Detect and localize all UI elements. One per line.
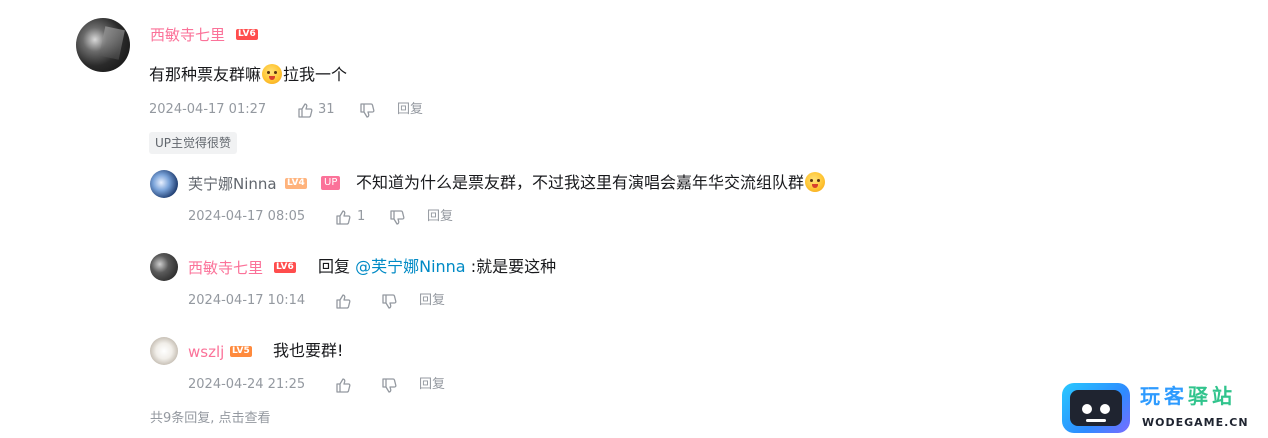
watermark: 玩客驿站 WODEGAME.CN [1062, 383, 1262, 435]
reply-prefix: 回复 [318, 257, 351, 276]
dislike-icon[interactable] [381, 378, 397, 394]
reply-content: 我也要群! [273, 340, 343, 362]
like-icon[interactable] [335, 377, 351, 393]
reply-date: 2024-04-17 10:14 [188, 293, 306, 308]
reply-button[interactable]: 回复 [419, 293, 445, 309]
level-badge: LV5 [230, 346, 252, 357]
total-replies-text: 共9条回复, [150, 411, 215, 426]
up-tag: UP [321, 176, 341, 190]
comment-date: 2024-04-17 01:27 [149, 102, 267, 117]
reply-content: 回复 @芙宁娜Ninna :就是要这种 [318, 256, 556, 278]
like-count: 31 [318, 102, 335, 117]
dislike-icon[interactable] [359, 103, 375, 119]
watermark-title: 玩客驿站 [1140, 384, 1236, 408]
avatar[interactable] [150, 253, 178, 281]
username[interactable]: 西敏寺七里 [188, 259, 263, 277]
view-more-link[interactable]: 点击查看 [219, 411, 271, 426]
shocked-emoji-icon [262, 64, 283, 84]
mention-link[interactable]: @芙宁娜Ninna [355, 257, 466, 276]
like-icon[interactable] [335, 209, 351, 225]
robot-logo-icon [1062, 383, 1130, 433]
reply-button[interactable]: 回复 [419, 377, 445, 393]
username[interactable]: 芙宁娜Ninna [188, 175, 277, 193]
reply-button[interactable]: 回复 [397, 102, 423, 118]
reply-button[interactable]: 回复 [427, 209, 453, 225]
up-liked-badge: UP主觉得很赞 [149, 132, 238, 154]
avatar[interactable] [150, 170, 178, 198]
comment-text-tail: 拉我一个 [283, 65, 348, 84]
reply-text: :就是要这种 [470, 257, 557, 276]
reply-text: 我也要群! [273, 341, 344, 360]
level-badge: LV6 [274, 262, 296, 273]
dislike-icon[interactable] [389, 210, 405, 226]
avatar[interactable] [76, 18, 130, 72]
comment-text: 有那种票友群嘛 [149, 65, 262, 84]
username[interactable]: wszlj [188, 343, 224, 361]
like-count: 1 [357, 209, 366, 224]
grinning-emoji-icon [805, 172, 826, 192]
reply-text: 不知道为什么是票友群，不过我这里有演唱会嘉年华交流组队群 [356, 173, 805, 192]
level-badge: LV4 [285, 178, 307, 189]
like-icon[interactable] [335, 293, 351, 309]
view-more-replies: 共9条回复, 点击查看 [150, 410, 271, 428]
level-badge: LV6 [236, 29, 258, 40]
dislike-icon[interactable] [381, 294, 397, 310]
avatar[interactable] [150, 337, 178, 365]
reply-date: 2024-04-24 21:25 [188, 377, 306, 392]
reply-content: 不知道为什么是票友群，不过我这里有演唱会嘉年华交流组队群 [356, 172, 826, 194]
reply-date: 2024-04-17 08:05 [188, 209, 306, 224]
watermark-domain: WODEGAME.CN [1142, 416, 1249, 429]
like-icon[interactable] [297, 102, 313, 118]
username[interactable]: 西敏寺七里 [150, 26, 225, 44]
comment-content: 有那种票友群嘛 拉我一个 [149, 64, 347, 86]
